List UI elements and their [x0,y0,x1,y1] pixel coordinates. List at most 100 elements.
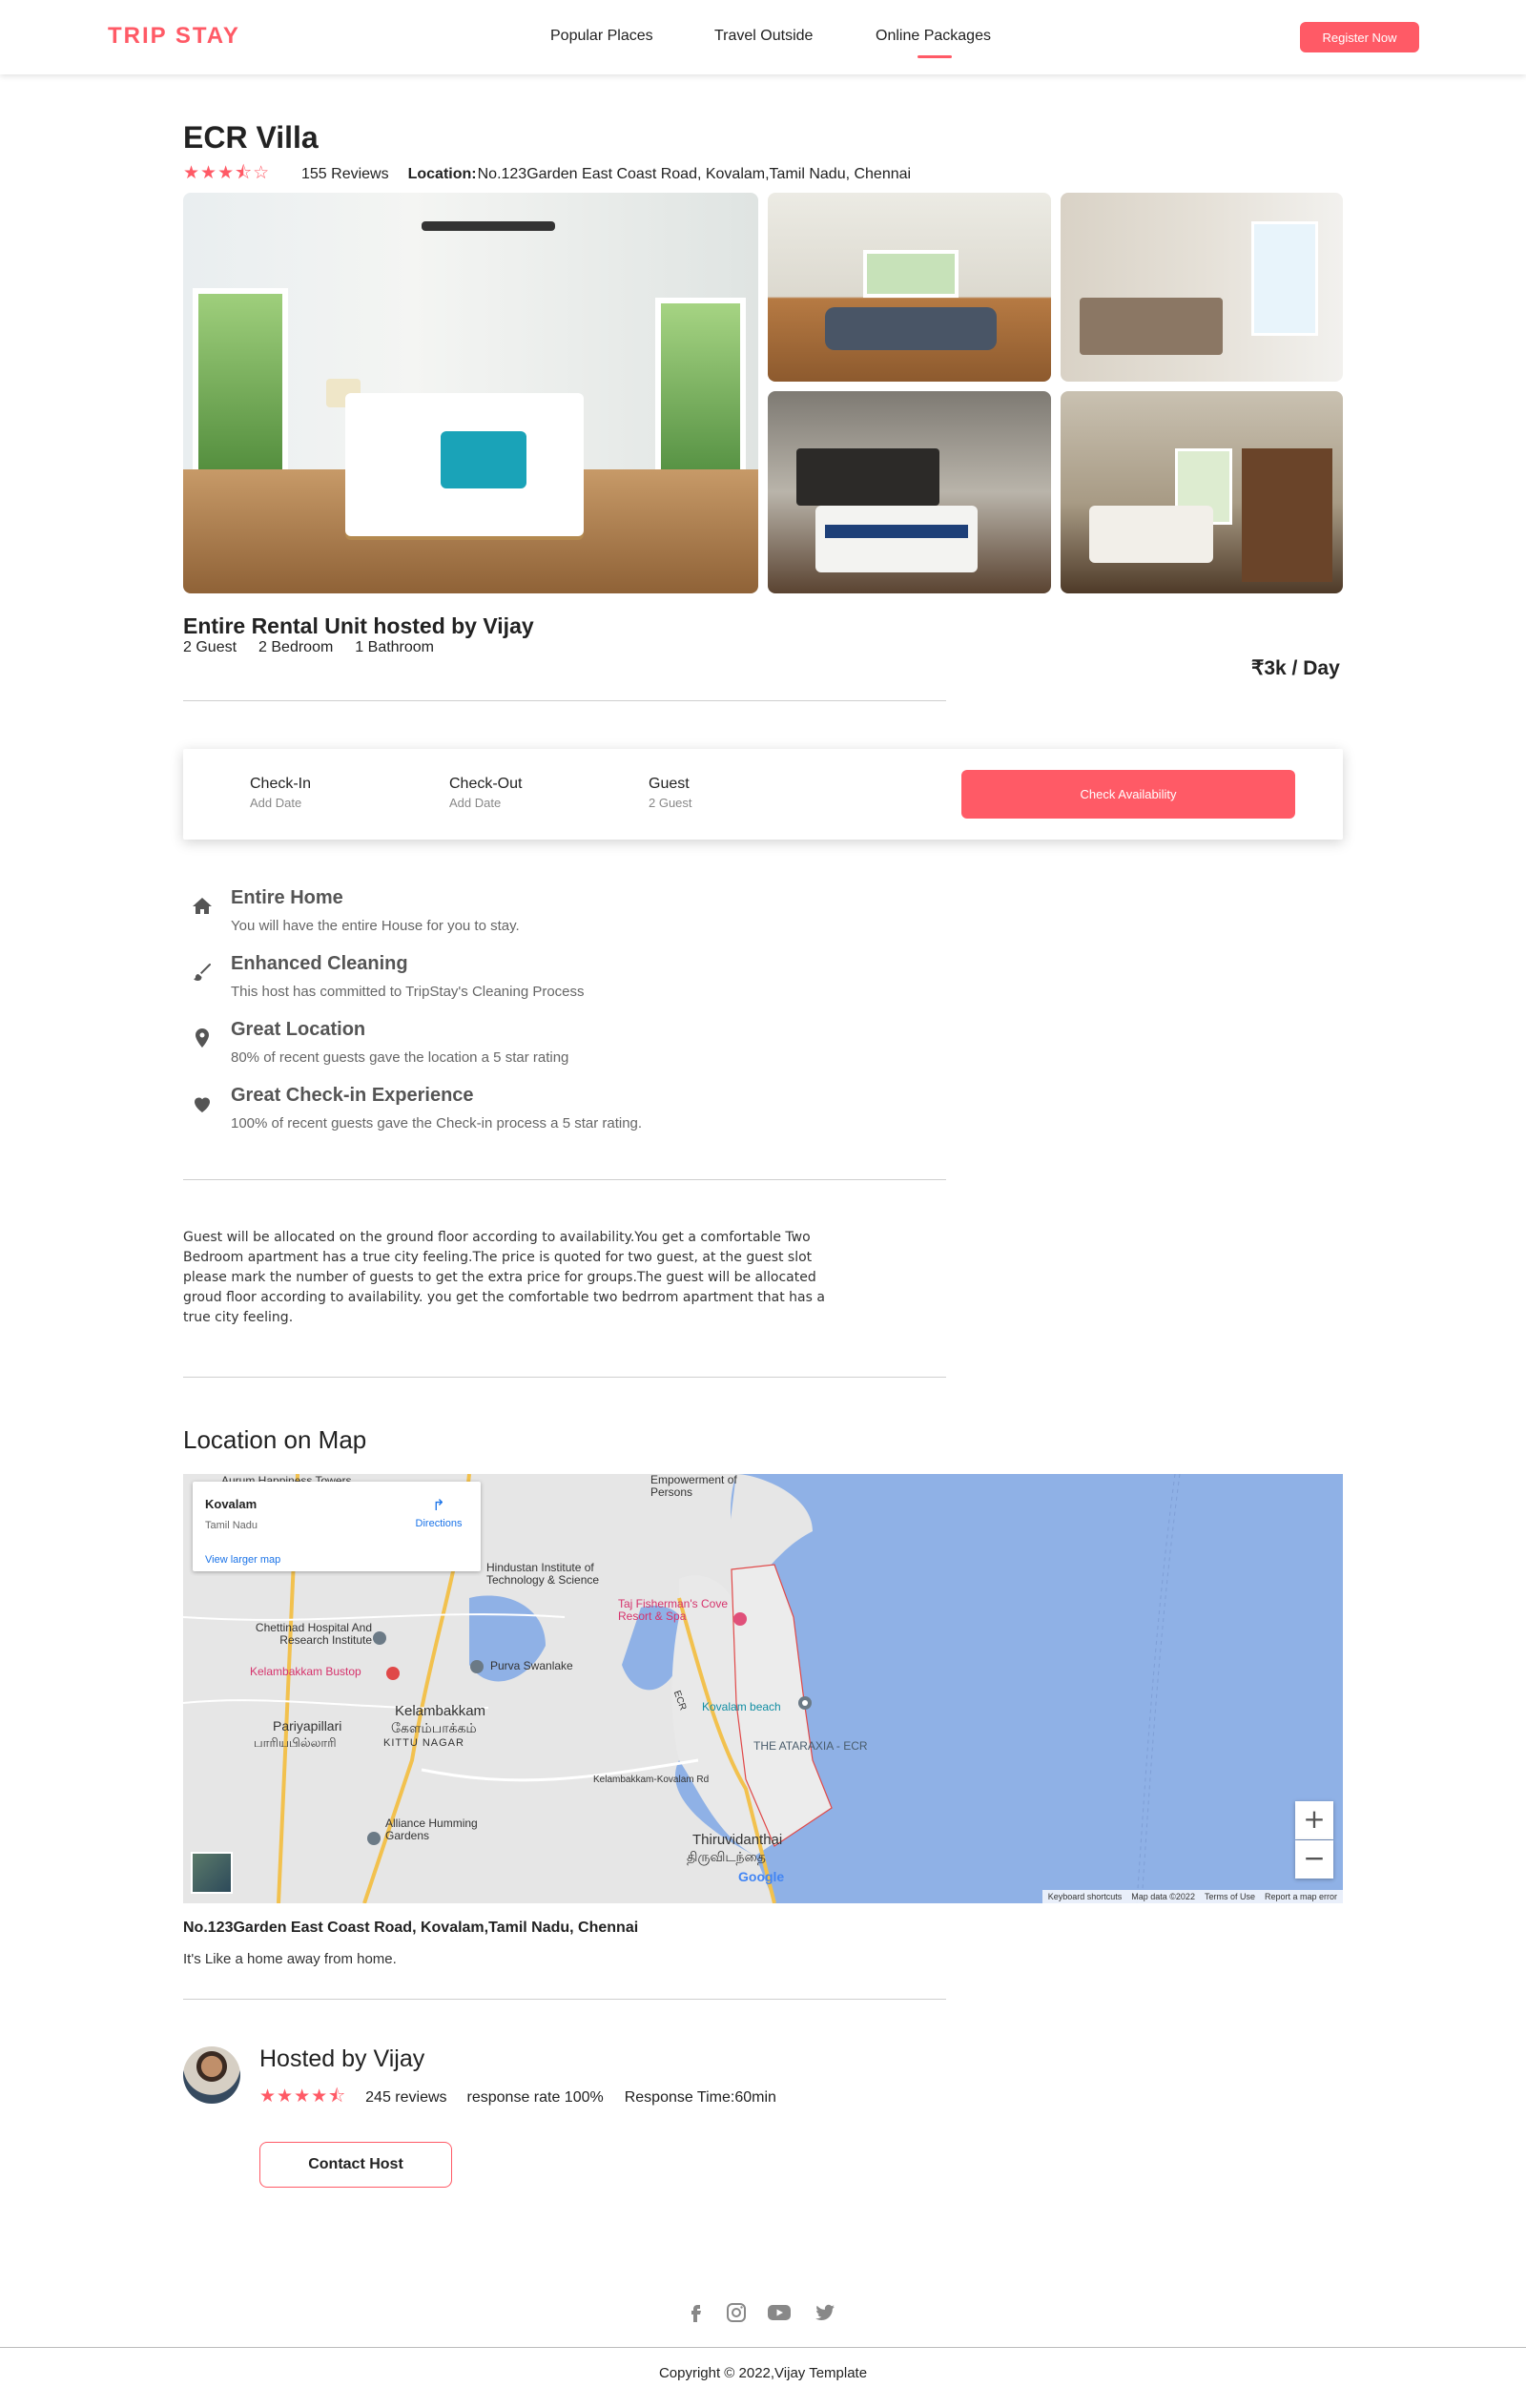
twitter-icon[interactable] [814,2301,836,2324]
listing-rating-row: ★★★⯪☆ 155 Reviews Location: No.123Garden… [183,163,912,184]
instagram-icon[interactable] [725,2301,748,2324]
host-avatar [183,2046,240,2104]
logo[interactable]: TRIP STAY [108,23,240,50]
location-label: Location: [407,166,477,182]
reviews-count[interactable]: 155 Reviews [301,166,389,183]
divider [183,1999,946,2000]
checkout-label: Check-Out [449,776,523,792]
zoom-in-button[interactable]: + [1295,1801,1333,1839]
main-bedroom-photo[interactable] [183,193,758,593]
bedroom-photo-2[interactable] [1061,193,1343,382]
copyright: Copyright © 2022,Vijay Template [658,2365,868,2381]
view-larger-map-link[interactable]: View larger map [205,1554,280,1566]
directions-label: Directions [415,1518,463,1529]
map-pin-icon [196,1028,209,1048]
feature-great-location: Great Location 80% of recent guests gave… [183,1019,755,1076]
address-line: No.123Garden East Coast Road, Kovalam,Ta… [183,1920,639,1936]
youtube-icon[interactable] [767,2301,792,2324]
bedroom-count: 2 Bedroom [258,639,334,655]
directions-icon: ↱ [432,1498,445,1514]
keyboard-shortcuts-link[interactable]: Keyboard shortcuts [1048,1892,1123,1901]
checkin-label: Check-In [250,776,312,792]
map-footer: Keyboard shortcuts Map data ©2022 Terms … [1041,1890,1343,1903]
map-place-name: Kovalam [205,1497,258,1511]
host-stats: ★★★★⯪ 245 reviews response rate 100% Res… [259,2083,776,2113]
divider [183,700,946,701]
feature-desc: You will have the entire House for you t… [231,918,520,934]
guest-value: 2 Guest [649,796,692,810]
rental-meta: 2 Guest 2 Bedroom 1 Bathroom [183,639,434,656]
location-map[interactable]: Aurum Happiness Towers Empowerment of Pe… [183,1474,1343,1903]
divider [183,1377,946,1378]
host-response-time: Response Time:60min [624,2089,776,2106]
location-value: No.123Garden East Coast Road, Kovalam,Ta… [477,166,912,182]
map-label-thiruvidanthai-ta: திருவிடந்தை [687,1849,766,1864]
nav-travel-outside[interactable]: Travel Outside [714,28,813,45]
map-label-chettinad: Chettinad Hospital And Research Institut… [255,1621,372,1647]
map-label-alliance: Alliance Humming Gardens [385,1816,478,1842]
feature-title: Entire Home [231,887,343,908]
report-error-link[interactable]: Report a map error [1265,1892,1337,1901]
guest-label: Guest [649,776,690,792]
divider [183,1179,946,1180]
map-label-purva: Purva Swanlake [490,1659,573,1672]
map-label-kittu: KITTU NAGAR [383,1737,464,1749]
map-heading: Location on Map [183,1425,367,1454]
heart-icon [195,1097,210,1112]
feature-title: Great Check-in Experience [231,1085,474,1106]
listing-title: ECR Villa [183,120,319,155]
host-rating-stars: ★★★★⯪ [259,2086,347,2107]
map-label-pariyapillari: Pariyapillari [273,1718,342,1733]
map-data-text: Map data ©2022 [1131,1892,1195,1901]
nav-popular-places[interactable]: Popular Places [550,28,653,45]
register-button[interactable]: Register Now [1300,22,1419,52]
bathroom-count: 1 Bathroom [355,639,435,655]
map-label-kelambakkam-ta: கேளம்பாக்கம் [391,1720,477,1735]
host-reviews: 245 reviews [365,2089,447,2106]
feature-desc: 80% of recent guests gave the location a… [231,1049,569,1066]
feature-desc: 100% of recent guests gave the Check-in … [231,1115,643,1131]
checkin-placeholder: Add Date [250,796,302,810]
map-label-kovalam-rd: Kelambakkam-Kovalam Rd [593,1775,710,1785]
contact-host-button[interactable]: Contact Host [259,2142,452,2188]
google-logo: Google [738,1869,785,1884]
map-place-card: Kovalam Tamil Nadu View larger map ↱ Dir… [193,1482,481,1571]
feature-checkin-experience: Great Check-in Experience 100% of recent… [183,1085,755,1142]
checkin-field[interactable]: Check-In Add Date [250,776,311,810]
feature-title: Enhanced Cleaning [231,953,408,974]
map-label-kovalam-beach: Kovalam beach [702,1700,781,1713]
home-icon [193,898,212,914]
footer-divider [0,2347,1526,2348]
facebook-icon[interactable] [684,2301,707,2324]
listing-description: Guest will be allocated on the ground fl… [183,1230,825,1325]
satellite-toggle[interactable] [191,1852,233,1894]
zoom-out-button[interactable]: − [1295,1840,1333,1879]
bedroom-photo-3[interactable] [768,391,1051,593]
bedroom-photo-4[interactable] [1061,391,1343,593]
map-label-empowerment: Empowerment of Persons [650,1474,737,1499]
rental-title: Entire Rental Unit hosted by Vijay [183,613,534,638]
map-label-hindustan: Hindustan Institute of Technology & Scie… [486,1561,600,1587]
brush-icon [194,964,211,981]
checkout-field[interactable]: Check-Out Add Date [449,776,522,810]
check-availability-button[interactable]: Check Availability [961,770,1295,819]
guest-count: 2 Guest [183,639,237,655]
checkout-placeholder: Add Date [449,796,502,810]
guest-field[interactable]: Guest 2 Guest [649,776,692,810]
feature-enhanced-cleaning: Enhanced Cleaning This host has committe… [183,953,755,1010]
map-place-region: Tamil Nadu [205,1520,258,1531]
map-label-ataraxia: THE ATARAXIA - ECR [753,1739,868,1753]
directions-button[interactable]: ↱ Directions [410,1495,467,1529]
terms-link[interactable]: Terms of Use [1205,1892,1255,1901]
nav-online-packages[interactable]: Online Packages [876,28,991,58]
living-room-photo[interactable] [768,193,1051,382]
map-label-thiruvidanthai: Thiruvidanthai [692,1832,783,1848]
map-label-bustop: Kelambakkam Bustop [250,1665,361,1678]
price: ₹3k / Day [1251,657,1340,679]
address-tagline: It's Like a home away from home. [183,1951,397,1967]
host-name: Hosted by Vijay [259,2045,425,2072]
feature-entire-home: Entire Home You will have the entire Hou… [183,887,755,945]
map-label-pariyapillari-ta: பாரியபில்லாரி [254,1735,337,1750]
host-response-rate: response rate 100% [466,2089,604,2106]
navbar: TRIP STAY Popular Places Travel Outside … [0,0,1526,74]
